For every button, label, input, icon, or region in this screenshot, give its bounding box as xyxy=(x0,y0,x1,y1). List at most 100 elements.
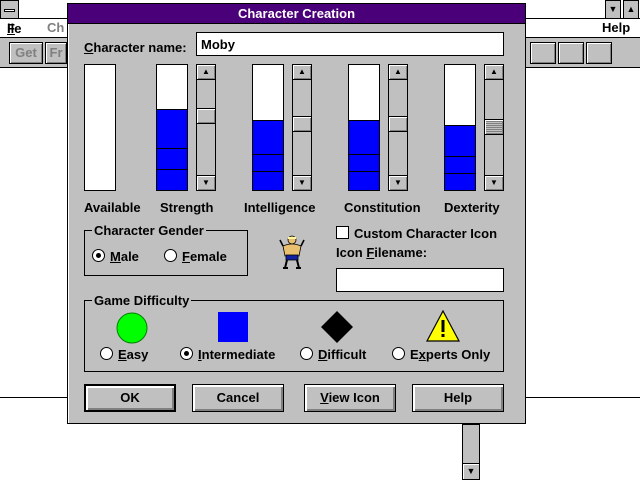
strength-label: Strength xyxy=(160,200,214,215)
scroll-up-icon[interactable]: ▲ xyxy=(389,65,407,80)
meter-segment-line xyxy=(157,169,187,170)
female-rest: emale xyxy=(189,249,227,264)
character-name-input[interactable] xyxy=(196,32,504,56)
scroll-down-icon[interactable]: ▼ xyxy=(485,175,503,190)
constitution-scrollbar[interactable]: ▲ ▼ xyxy=(388,64,408,191)
constitution-meter xyxy=(348,64,380,191)
difficult-rest: ifficult xyxy=(327,347,367,362)
scroll-down-icon[interactable]: ▼ xyxy=(293,175,311,190)
available-label: Available xyxy=(84,200,141,215)
intelligence-meter xyxy=(252,64,284,191)
ok-button[interactable]: OK xyxy=(84,384,176,412)
easy-label[interactable]: Easy xyxy=(118,347,148,362)
name-label-mnemonic: C xyxy=(84,40,94,55)
minimize-icon[interactable]: ▼ xyxy=(605,0,621,19)
experts-only-label[interactable]: Experts Only xyxy=(410,347,490,362)
constitution-label: Constitution xyxy=(344,200,421,215)
green-circle-icon xyxy=(116,312,148,344)
dialog-title: Character Creation xyxy=(68,4,525,24)
scroll-down-icon[interactable]: ▼ xyxy=(389,175,407,190)
scroll-up-icon[interactable]: ▲ xyxy=(197,65,215,80)
meter-fill xyxy=(253,120,283,190)
blue-square-icon xyxy=(218,312,248,342)
dexterity-scrollbar[interactable]: ▲ ▼ xyxy=(484,64,504,191)
icon-filename-label-rest: ilename: xyxy=(374,245,428,260)
experts-only-rest: perts Only xyxy=(425,347,491,362)
experts-only-prefix: E xyxy=(410,347,419,362)
toolbar-button-blank-1[interactable] xyxy=(530,42,556,64)
difficult-label[interactable]: Difficult xyxy=(318,347,366,362)
male-mnemonic: M xyxy=(110,249,121,264)
experts-only-mnemonic: x xyxy=(418,347,426,362)
intelligence-label: Intelligence xyxy=(244,200,316,215)
scroll-up-icon[interactable]: ▲ xyxy=(485,65,503,80)
meter-segment-line xyxy=(253,154,283,155)
meter-fill xyxy=(445,125,475,190)
intelligence-scrollbar[interactable]: ▲ ▼ xyxy=(292,64,312,191)
custom-icon-label[interactable]: Custom Character Icon xyxy=(354,226,497,241)
help-button[interactable]: Help xyxy=(412,384,504,412)
female-mnemonic: F xyxy=(182,249,190,264)
dexterity-label: Dexterity xyxy=(444,200,500,215)
scroll-thumb[interactable] xyxy=(389,116,407,132)
scroll-up-icon[interactable]: ▲ xyxy=(293,65,311,80)
easy-radio[interactable] xyxy=(100,347,113,360)
toolbar-button-blank-3[interactable] xyxy=(586,42,612,64)
icon-filename-label: Icon Filename: xyxy=(336,245,427,260)
character-icon xyxy=(278,234,306,270)
gender-legend: Character Gender xyxy=(92,223,206,238)
meter-segment-line xyxy=(349,171,379,172)
scroll-thumb[interactable] xyxy=(485,119,503,135)
icon-filename-input[interactable] xyxy=(336,268,504,292)
scroll-thumb[interactable] xyxy=(197,108,215,124)
meter-segment-line xyxy=(349,154,379,155)
cancel-button[interactable]: Cancel xyxy=(192,384,284,412)
meter-fill xyxy=(349,120,379,190)
experts-only-radio[interactable] xyxy=(392,347,405,360)
easy-rest: asy xyxy=(126,347,149,362)
male-radio[interactable] xyxy=(92,249,105,262)
menu-partial[interactable]: Ch xyxy=(47,20,64,35)
system-menu-icon[interactable] xyxy=(0,0,19,19)
meter-fill xyxy=(157,109,187,190)
difficult-mnemonic: D xyxy=(318,347,328,362)
menu-help[interactable]: Help xyxy=(602,20,630,35)
available-meter xyxy=(84,64,116,191)
female-label[interactable]: Female xyxy=(182,249,227,264)
character-name-label: Character name: xyxy=(84,40,187,55)
view-icon-rest: iew Icon xyxy=(328,390,380,405)
maximize-icon[interactable]: ▲ xyxy=(623,0,639,19)
difficult-radio[interactable] xyxy=(300,347,313,360)
custom-icon-checkbox[interactable] xyxy=(336,226,349,239)
background-scrollbar[interactable]: ▼ xyxy=(462,424,480,480)
intermediate-label[interactable]: Intermediate xyxy=(198,347,275,362)
partial-toolbar-button[interactable]: Fr xyxy=(45,42,67,64)
female-radio[interactable] xyxy=(164,249,177,262)
male-rest: ale xyxy=(120,249,139,264)
dexterity-meter xyxy=(444,64,476,191)
intermediate-rest: ntermediate xyxy=(201,347,276,362)
strength-meter xyxy=(156,64,188,191)
difficulty-legend: Game Difficulty xyxy=(92,293,192,308)
black-diamond-icon xyxy=(320,310,354,344)
meter-segment-line xyxy=(253,171,283,172)
menu-file-rest: ile xyxy=(7,21,22,36)
warning-triangle-icon xyxy=(426,309,460,342)
toolbar-button-blank-2[interactable] xyxy=(558,42,584,64)
intermediate-radio[interactable] xyxy=(180,347,193,360)
scroll-down-icon[interactable]: ▼ xyxy=(463,463,479,479)
scroll-down-icon[interactable]: ▼ xyxy=(197,175,215,190)
meter-segment-line xyxy=(445,173,475,174)
scroll-thumb[interactable] xyxy=(293,116,311,132)
icon-filename-label-prefix: Icon xyxy=(336,245,367,260)
view-icon-mnemonic: V xyxy=(320,390,329,405)
meter-segment-line xyxy=(445,156,475,157)
character-creation-dialog: Character Creation Character name: ▲ ▼ ▲… xyxy=(67,3,526,424)
name-label-rest: haracter name: xyxy=(93,40,187,55)
get-button[interactable]: Get xyxy=(9,42,43,64)
meter-segment-line xyxy=(157,148,187,149)
male-label[interactable]: Male xyxy=(110,249,139,264)
strength-scrollbar[interactable]: ▲ ▼ xyxy=(196,64,216,191)
view-icon-button[interactable]: View Icon xyxy=(304,384,396,412)
easy-mnemonic: E xyxy=(118,347,127,362)
